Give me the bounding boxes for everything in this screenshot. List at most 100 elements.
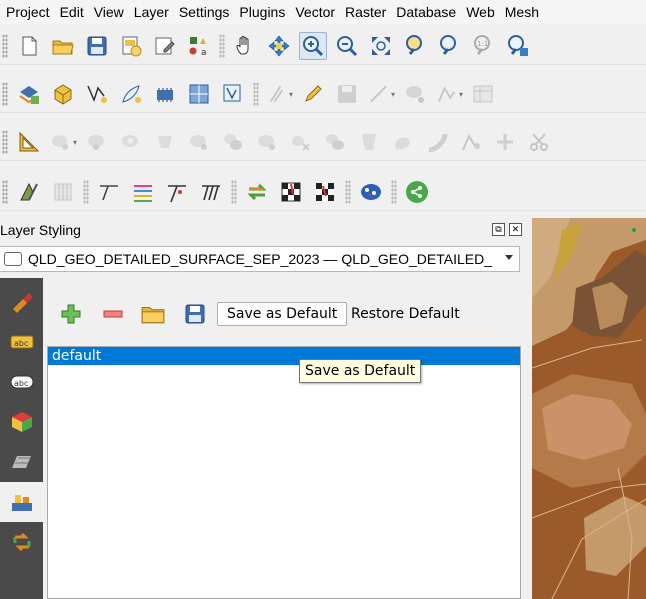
- fill-ring-icon[interactable]: [83, 128, 111, 156]
- toolbar-separator: [83, 180, 89, 204]
- reshape-icon[interactable]: [185, 128, 213, 156]
- minus-icon: [103, 310, 123, 318]
- save-style-button[interactable]: [181, 300, 209, 328]
- pan-to-selection-icon[interactable]: [265, 32, 293, 60]
- save-as-default-button[interactable]: Save as Default: [217, 302, 348, 326]
- toolbar-grip[interactable]: [2, 82, 8, 106]
- merge-attributes-icon[interactable]: [355, 128, 383, 156]
- open-project-icon[interactable]: [49, 32, 77, 60]
- chevron-down-icon[interactable]: [505, 255, 513, 260]
- 3d-view-tab[interactable]: [0, 402, 43, 442]
- measure-icon[interactable]: [15, 128, 43, 156]
- new-temp-layer-icon[interactable]: [219, 80, 247, 108]
- menu-web[interactable]: Web: [461, 0, 500, 24]
- new-mesh-layer-icon[interactable]: [185, 80, 213, 108]
- close-panel-button[interactable]: ✕: [509, 223, 522, 236]
- zoom-to-layer-icon[interactable]: [435, 32, 463, 60]
- current-edits-icon[interactable]: ▾: [265, 80, 293, 108]
- zoom-out-icon[interactable]: [333, 32, 361, 60]
- load-style-button[interactable]: [139, 300, 167, 328]
- toolbar-grip[interactable]: [2, 130, 8, 154]
- mask-icon: abc: [10, 375, 33, 389]
- zoom-full-icon[interactable]: [367, 32, 395, 60]
- reverse-line-icon[interactable]: [243, 178, 271, 206]
- map-canvas[interactable]: [532, 218, 646, 599]
- style-manager-icon[interactable]: a: [185, 32, 213, 60]
- zoom-last-icon[interactable]: [503, 32, 531, 60]
- digitize-icon[interactable]: [117, 80, 145, 108]
- new-shapefile-icon[interactable]: [83, 80, 111, 108]
- zoom-to-selection-icon[interactable]: [401, 32, 429, 60]
- snapping-line-icon[interactable]: [95, 178, 123, 206]
- paintbrush-icon: [12, 293, 33, 313]
- share-icon[interactable]: [403, 178, 431, 206]
- table-tool-icon[interactable]: [49, 178, 77, 206]
- add-feature-icon[interactable]: [401, 80, 429, 108]
- geology-map: [532, 218, 646, 599]
- labels-tab[interactable]: abc: [0, 322, 43, 362]
- restore-default-button[interactable]: Restore Default: [345, 302, 466, 326]
- toolbar-separator: [231, 180, 237, 204]
- menu-edit[interactable]: Edit: [55, 0, 89, 24]
- menu-plugins[interactable]: Plugins: [234, 0, 290, 24]
- menu-mesh[interactable]: Mesh: [500, 0, 544, 24]
- attribute-table-icon[interactable]: [469, 80, 497, 108]
- list-item[interactable]: default: [48, 347, 520, 365]
- parallel-lines-icon[interactable]: [197, 178, 225, 206]
- simplify-icon[interactable]: [423, 128, 451, 156]
- offset-curve-icon[interactable]: [219, 128, 247, 156]
- digitize-line-icon[interactable]: ▾: [367, 80, 395, 108]
- masks-tab[interactable]: abc: [0, 362, 43, 402]
- layer-selector[interactable]: QLD_GEO_DETAILED_SURFACE_SEP_2023 — QLD_…: [0, 246, 520, 272]
- new-geopackage-icon[interactable]: [49, 80, 77, 108]
- cut-icon[interactable]: [525, 128, 553, 156]
- menu-view[interactable]: View: [89, 0, 129, 24]
- zoom-native-icon[interactable]: 1:1: [469, 32, 497, 60]
- new-project-icon[interactable]: [15, 32, 43, 60]
- toolbar-grip[interactable]: [2, 180, 8, 204]
- style-manager-content: Save as Default Restore Default default: [43, 278, 532, 599]
- float-panel-button[interactable]: ⧉: [492, 223, 505, 236]
- globe-icon[interactable]: [357, 178, 385, 206]
- toggle-editing-icon[interactable]: [299, 80, 327, 108]
- menu-raster[interactable]: Raster: [340, 0, 391, 24]
- split-parts-icon[interactable]: [287, 128, 315, 156]
- checkerboard-dark-icon[interactable]: [311, 178, 339, 206]
- toolbar-grip[interactable]: [2, 34, 8, 58]
- history-tab[interactable]: [0, 522, 43, 562]
- menu-project[interactable]: Project: [0, 0, 55, 24]
- style-list[interactable]: default: [47, 346, 521, 599]
- advanced-digitizing-toolbar: ▾: [0, 124, 646, 161]
- node-tool-icon[interactable]: [491, 128, 519, 156]
- rotate-symbols-icon[interactable]: [389, 128, 417, 156]
- fields-tab[interactable]: [0, 482, 43, 522]
- add-ring-icon[interactable]: ▾: [49, 128, 77, 156]
- save-edits-icon[interactable]: [333, 80, 361, 108]
- symbology-tab[interactable]: [0, 282, 43, 322]
- diagrams-tab[interactable]: [0, 442, 43, 482]
- split-features-icon[interactable]: [253, 128, 281, 156]
- vertex-tool-icon[interactable]: ▾: [435, 80, 463, 108]
- label-tool-icon[interactable]: [15, 178, 43, 206]
- menu-vector[interactable]: Vector: [290, 0, 340, 24]
- new-print-layout-icon[interactable]: [117, 32, 145, 60]
- menu-settings[interactable]: Settings: [174, 0, 235, 24]
- delete-part-icon[interactable]: [151, 128, 179, 156]
- trace-icon[interactable]: [163, 178, 191, 206]
- menu-layer[interactable]: Layer: [129, 0, 174, 24]
- add-style-button[interactable]: [57, 300, 85, 328]
- snapping-multi-icon[interactable]: [129, 178, 157, 206]
- pan-icon[interactable]: [231, 32, 259, 60]
- save-project-icon[interactable]: [83, 32, 111, 60]
- merge-features-icon[interactable]: [321, 128, 349, 156]
- delete-ring-icon[interactable]: [117, 128, 145, 156]
- add-part-icon[interactable]: [457, 128, 485, 156]
- toolbar-separator: [253, 82, 259, 106]
- remove-style-button[interactable]: [99, 300, 127, 328]
- menu-database[interactable]: Database: [391, 0, 461, 24]
- layout-manager-icon[interactable]: [151, 32, 179, 60]
- checkerboard-icon[interactable]: [277, 178, 305, 206]
- new-virtual-layer-icon[interactable]: [151, 80, 179, 108]
- zoom-in-icon[interactable]: [299, 32, 327, 60]
- data-source-manager-icon[interactable]: [15, 80, 43, 108]
